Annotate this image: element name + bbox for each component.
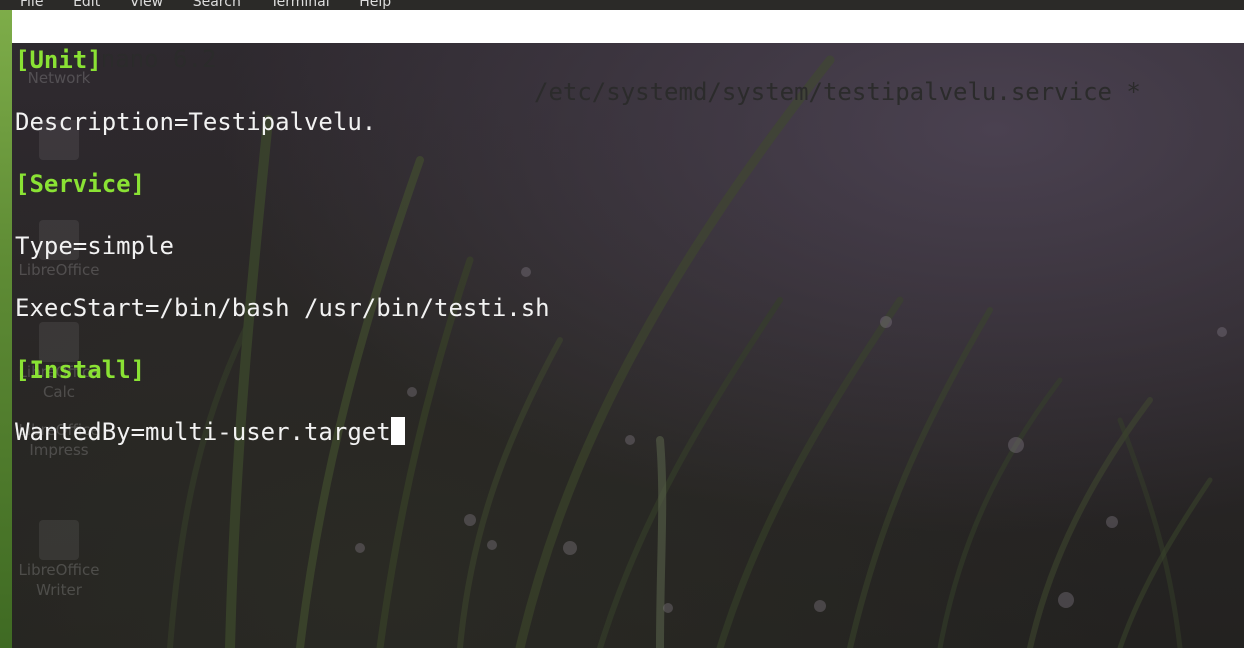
nano-title-bar: GNU nano 6.2 /etc/systemd/system/testipa…: [12, 10, 1244, 106]
editor-line[interactable]: Description=Testipalvelu.: [15, 107, 376, 137]
menu-edit[interactable]: Edit: [73, 0, 100, 10]
menu-help[interactable]: Help: [359, 0, 391, 10]
desktop-icon-label: LibreOffice Writer: [18, 561, 100, 599]
libreoffice-writer-icon: [39, 520, 79, 560]
editor-line-with-cursor[interactable]: WantedBy=multi-user.target: [15, 417, 405, 447]
libreoffice-writer-desktop-icon[interactable]: LibreOffice Writer: [14, 520, 104, 600]
terminal-menubar: File Edit View Search Terminal Help: [0, 0, 1244, 10]
editor-line-text: WantedBy=multi-user.target: [15, 418, 391, 446]
menu-terminal[interactable]: Terminal: [270, 0, 329, 10]
desktop-edge: [0, 0, 12, 648]
editor-line-section[interactable]: [Service]: [15, 169, 145, 199]
editor-line-section[interactable]: [Unit]: [15, 45, 102, 75]
menu-view[interactable]: View: [130, 0, 163, 10]
desktop-icon-label: LibreOffice: [18, 261, 100, 279]
menu-search[interactable]: Search: [193, 0, 241, 10]
editor-line[interactable]: ExecStart=/bin/bash /usr/bin/testi.sh: [15, 293, 550, 323]
editor-line-section[interactable]: [Install]: [15, 355, 145, 385]
nano-filename: /etc/systemd/system/testipalvelu.service…: [534, 78, 1141, 106]
editor-line[interactable]: Type=simple: [15, 231, 174, 261]
text-cursor: [390, 417, 405, 445]
menu-file[interactable]: File: [20, 0, 43, 10]
